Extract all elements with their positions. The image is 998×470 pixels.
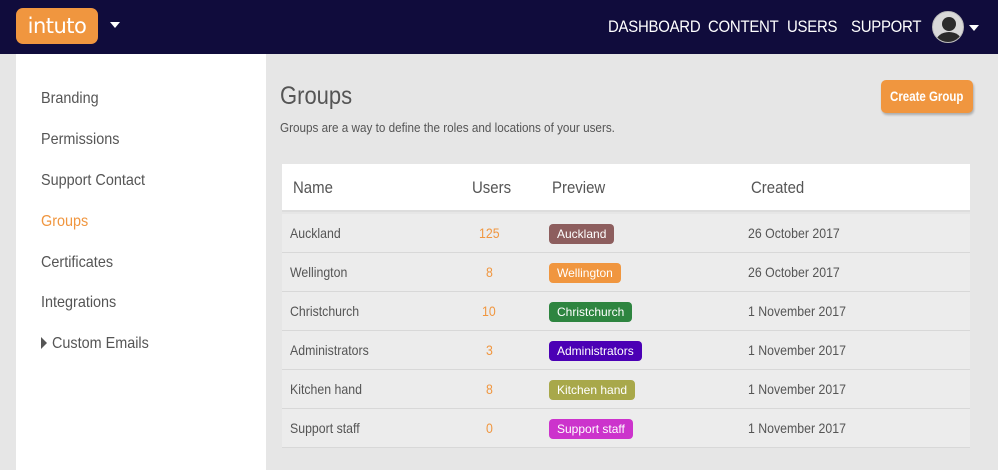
group-created-date: 1 November 2017 — [748, 420, 846, 436]
chevron-down-icon[interactable] — [110, 22, 120, 28]
table-row[interactable]: Administrators 3 Administrators 1 November … — [282, 331, 970, 370]
table-row[interactable]: Support staff 0 Support staff 1 November 20… — [282, 409, 970, 448]
group-name[interactable]: Auckland — [290, 225, 341, 241]
sidebar-item-custom-emails[interactable]: Custom Emails — [52, 335, 149, 353]
group-preview-badge: Kitchen hand — [549, 380, 636, 400]
group-name[interactable]: Kitchen hand — [290, 381, 362, 397]
group-name[interactable]: Administrators — [290, 342, 369, 358]
group-created-date: 1 November 2017 — [748, 303, 846, 319]
group-created-date: 26 October 2017 — [748, 264, 840, 280]
page-subtitle: Groups are a way to define the roles and… — [280, 120, 615, 135]
column-header-users[interactable]: Users — [472, 178, 511, 198]
sidebar-item-branding[interactable]: Branding — [41, 90, 99, 108]
group-preview-badge: Christchurch — [549, 302, 633, 322]
nav-support[interactable]: SUPPORT — [851, 0, 921, 54]
column-header-name[interactable]: Name — [293, 178, 333, 198]
sidebar-item-integrations[interactable]: Integrations — [41, 294, 116, 312]
group-preview-badge: Administrators — [549, 341, 642, 361]
nav-users[interactable]: USERS — [787, 0, 837, 54]
table-row[interactable]: Wellington 8 Wellington 26 October 2017 — [282, 253, 970, 292]
create-group-label: Create Group — [890, 88, 964, 104]
nav-content[interactable]: CONTENT — [708, 0, 779, 54]
table-row[interactable]: Kitchen hand 8 Kitchen hand 1 November 2017 — [282, 370, 970, 409]
table-header: Name Users Preview Created — [282, 164, 970, 212]
page-title: Groups — [280, 82, 353, 110]
group-preview-badge: Auckland — [549, 224, 615, 244]
table-row[interactable]: Auckland 125 Auckland 26 October 2017 — [282, 214, 970, 253]
group-user-count[interactable]: 125 — [479, 225, 500, 241]
group-user-count[interactable]: 8 — [486, 381, 493, 397]
sidebar-item-certificates[interactable]: Certificates — [41, 254, 113, 272]
user-avatar-icon[interactable] — [932, 11, 964, 43]
sidebar-item-support-contact[interactable]: Support Contact — [41, 172, 145, 190]
create-group-button[interactable]: Create Group — [881, 80, 973, 113]
sidebar-item-permissions[interactable]: Permissions — [41, 131, 119, 149]
group-name[interactable]: Christchurch — [290, 303, 359, 319]
group-name[interactable]: Wellington — [290, 264, 347, 280]
nav-dashboard[interactable]: DASHBOARD — [608, 0, 701, 54]
settings-sidebar: Branding Permissions Support Contact Gro… — [16, 54, 266, 470]
group-name[interactable]: Support staff — [290, 420, 360, 436]
group-user-count[interactable]: 10 — [482, 303, 496, 319]
caret-right-icon[interactable] — [41, 337, 47, 349]
groups-table: Name Users Preview Created Auckland 125 Au… — [282, 164, 970, 448]
group-created-date: 1 November 2017 — [748, 381, 846, 397]
group-preview-badge: Support staff — [549, 419, 633, 439]
column-header-preview[interactable]: Preview — [552, 178, 605, 198]
chevron-down-icon[interactable] — [969, 25, 979, 31]
table-row[interactable]: Christchurch 10 Christchurch 1 November 201… — [282, 292, 970, 331]
column-header-created[interactable]: Created — [751, 178, 804, 198]
group-preview-badge: Wellington — [549, 263, 621, 283]
group-created-date: 1 November 2017 — [748, 342, 846, 358]
group-user-count[interactable]: 3 — [486, 342, 493, 358]
sidebar-item-groups[interactable]: Groups — [41, 213, 88, 231]
group-created-date: 26 October 2017 — [748, 225, 840, 241]
group-user-count[interactable]: 0 — [486, 420, 493, 436]
intuto-logo[interactable]: intuto — [16, 8, 98, 44]
group-user-count[interactable]: 8 — [486, 264, 493, 280]
top-navigation-bar: intuto DASHBOARD CONTENT USERS SUPPORT — [0, 0, 998, 54]
